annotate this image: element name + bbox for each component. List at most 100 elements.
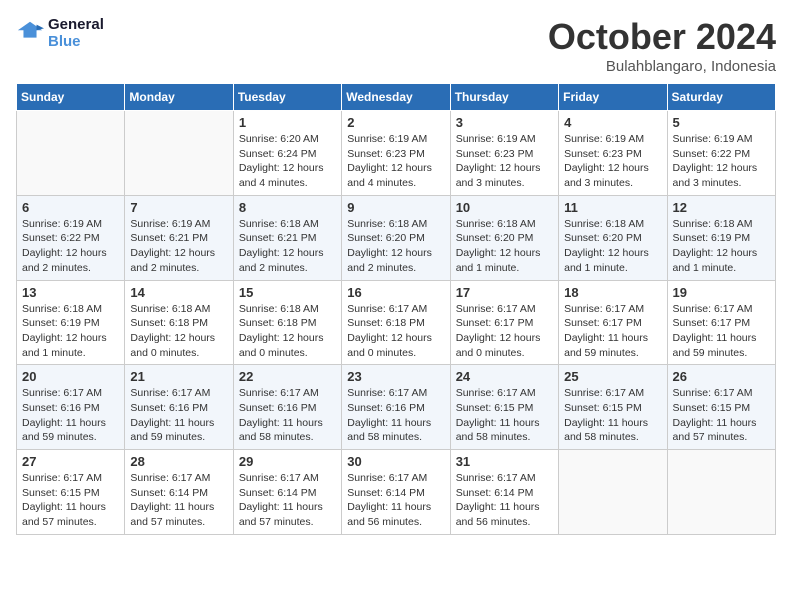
day-number: 27 <box>22 454 119 469</box>
day-number: 22 <box>239 369 336 384</box>
weekday-header-row: SundayMondayTuesdayWednesdayThursdayFrid… <box>17 84 776 111</box>
day-number: 31 <box>456 454 553 469</box>
day-info: Sunrise: 6:17 AMSunset: 6:15 PMDaylight:… <box>673 386 770 445</box>
day-number: 2 <box>347 115 444 130</box>
calendar-cell <box>667 450 775 535</box>
calendar-week-2: 6Sunrise: 6:19 AMSunset: 6:22 PMDaylight… <box>17 195 776 280</box>
day-number: 19 <box>673 285 770 300</box>
day-info: Sunrise: 6:18 AMSunset: 6:21 PMDaylight:… <box>239 217 336 276</box>
calendar-cell: 24 Sunrise: 6:17 AMSunset: 6:15 PMDayligh… <box>450 365 558 450</box>
calendar-cell: 20Sunrise: 6:17 AMSunset: 6:16 PMDayligh… <box>17 365 125 450</box>
day-info: Sunrise: 6:19 AMSunset: 6:23 PMDaylight:… <box>347 132 444 191</box>
day-info: Sunrise: 6:17 AMSunset: 6:15 PMDaylight:… <box>456 386 553 445</box>
title-block: October 2024 Bulahblangaro, Indonesia <box>548 16 776 75</box>
month-title: October 2024 <box>548 16 776 58</box>
calendar-cell: 29 Sunrise: 6:17 AMSunset: 6:14 PMDayligh… <box>233 450 341 535</box>
page-header: General Blue October 2024 Bulahblangaro,… <box>16 16 776 75</box>
day-info: Sunrise: 6:19 AMSunset: 6:23 PMDaylight:… <box>564 132 661 191</box>
calendar-cell: 17 Sunrise: 6:17 AMSunset: 6:17 PMDayligh… <box>450 280 558 365</box>
calendar-table: SundayMondayTuesdayWednesdayThursdayFrid… <box>16 83 776 535</box>
day-info: Sunrise: 6:19 AMSunset: 6:23 PMDaylight:… <box>456 132 553 191</box>
calendar-cell: 10 Sunrise: 6:18 AMSunset: 6:20 PMDayligh… <box>450 195 558 280</box>
day-number: 10 <box>456 200 553 215</box>
calendar-week-3: 13Sunrise: 6:18 AMSunset: 6:19 PMDayligh… <box>17 280 776 365</box>
calendar-cell: 25 Sunrise: 6:17 AMSunset: 6:15 PMDayligh… <box>559 365 667 450</box>
day-number: 23 <box>347 369 444 384</box>
calendar-cell <box>17 111 125 196</box>
calendar-cell: 1 Sunrise: 6:20 AMSunset: 6:24 PMDaylight… <box>233 111 341 196</box>
day-info: Sunrise: 6:18 AMSunset: 6:20 PMDaylight:… <box>564 217 661 276</box>
calendar-cell: 31 Sunrise: 6:17 AMSunset: 6:14 PMDayligh… <box>450 450 558 535</box>
day-info: Sunrise: 6:18 AMSunset: 6:18 PMDaylight:… <box>130 302 227 361</box>
day-number: 11 <box>564 200 661 215</box>
calendar-week-1: 1 Sunrise: 6:20 AMSunset: 6:24 PMDaylight… <box>17 111 776 196</box>
day-info: Sunrise: 6:18 AMSunset: 6:19 PMDaylight:… <box>673 217 770 276</box>
calendar-cell: 30 Sunrise: 6:17 AMSunset: 6:14 PMDayligh… <box>342 450 450 535</box>
day-info: Sunrise: 6:17 AMSunset: 6:17 PMDaylight:… <box>673 302 770 361</box>
weekday-header-wednesday: Wednesday <box>342 84 450 111</box>
day-info: Sunrise: 6:19 AMSunset: 6:22 PMDaylight:… <box>673 132 770 191</box>
day-info: Sunrise: 6:17 AMSunset: 6:14 PMDaylight:… <box>239 471 336 530</box>
day-number: 12 <box>673 200 770 215</box>
calendar-cell: 11 Sunrise: 6:18 AMSunset: 6:20 PMDayligh… <box>559 195 667 280</box>
calendar-cell: 9Sunrise: 6:18 AMSunset: 6:20 PMDaylight… <box>342 195 450 280</box>
day-info: Sunrise: 6:17 AMSunset: 6:15 PMDaylight:… <box>564 386 661 445</box>
day-number: 29 <box>239 454 336 469</box>
day-info: Sunrise: 6:17 AMSunset: 6:16 PMDaylight:… <box>347 386 444 445</box>
day-info: Sunrise: 6:19 AMSunset: 6:22 PMDaylight:… <box>22 217 119 276</box>
calendar-cell: 19 Sunrise: 6:17 AMSunset: 6:17 PMDayligh… <box>667 280 775 365</box>
calendar-week-5: 27 Sunrise: 6:17 AMSunset: 6:15 PMDayligh… <box>17 450 776 535</box>
weekday-header-sunday: Sunday <box>17 84 125 111</box>
day-info: Sunrise: 6:18 AMSunset: 6:20 PMDaylight:… <box>456 217 553 276</box>
calendar-cell <box>559 450 667 535</box>
day-info: Sunrise: 6:19 AMSunset: 6:21 PMDaylight:… <box>130 217 227 276</box>
day-number: 24 <box>456 369 553 384</box>
calendar-cell: 18Sunrise: 6:17 AMSunset: 6:17 PMDayligh… <box>559 280 667 365</box>
day-number: 5 <box>673 115 770 130</box>
day-number: 15 <box>239 285 336 300</box>
day-number: 17 <box>456 285 553 300</box>
calendar-cell: 27 Sunrise: 6:17 AMSunset: 6:15 PMDayligh… <box>17 450 125 535</box>
day-info: Sunrise: 6:17 AMSunset: 6:14 PMDaylight:… <box>456 471 553 530</box>
logo-bird-icon <box>16 19 44 47</box>
day-info: Sunrise: 6:17 AMSunset: 6:16 PMDaylight:… <box>130 386 227 445</box>
weekday-header-thursday: Thursday <box>450 84 558 111</box>
day-number: 30 <box>347 454 444 469</box>
day-info: Sunrise: 6:18 AMSunset: 6:20 PMDaylight:… <box>347 217 444 276</box>
calendar-cell: 22Sunrise: 6:17 AMSunset: 6:16 PMDayligh… <box>233 365 341 450</box>
calendar-cell: 21 Sunrise: 6:17 AMSunset: 6:16 PMDayligh… <box>125 365 233 450</box>
calendar-cell: 6Sunrise: 6:19 AMSunset: 6:22 PMDaylight… <box>17 195 125 280</box>
weekday-header-tuesday: Tuesday <box>233 84 341 111</box>
day-number: 14 <box>130 285 227 300</box>
day-info: Sunrise: 6:17 AMSunset: 6:17 PMDaylight:… <box>456 302 553 361</box>
calendar-cell: 28Sunrise: 6:17 AMSunset: 6:14 PMDayligh… <box>125 450 233 535</box>
calendar-cell: 13Sunrise: 6:18 AMSunset: 6:19 PMDayligh… <box>17 280 125 365</box>
day-number: 13 <box>22 285 119 300</box>
location: Bulahblangaro, Indonesia <box>548 58 776 75</box>
day-number: 28 <box>130 454 227 469</box>
calendar-cell: 3 Sunrise: 6:19 AMSunset: 6:23 PMDaylight… <box>450 111 558 196</box>
calendar-cell: 7 Sunrise: 6:19 AMSunset: 6:21 PMDaylight… <box>125 195 233 280</box>
calendar-cell: 26Sunrise: 6:17 AMSunset: 6:15 PMDayligh… <box>667 365 775 450</box>
day-number: 4 <box>564 115 661 130</box>
calendar-cell: 14 Sunrise: 6:18 AMSunset: 6:18 PMDayligh… <box>125 280 233 365</box>
day-number: 7 <box>130 200 227 215</box>
calendar-cell: 23 Sunrise: 6:17 AMSunset: 6:16 PMDayligh… <box>342 365 450 450</box>
day-number: 25 <box>564 369 661 384</box>
day-number: 8 <box>239 200 336 215</box>
day-info: Sunrise: 6:17 AMSunset: 6:15 PMDaylight:… <box>22 471 119 530</box>
day-info: Sunrise: 6:17 AMSunset: 6:18 PMDaylight:… <box>347 302 444 361</box>
day-number: 3 <box>456 115 553 130</box>
calendar-week-4: 20Sunrise: 6:17 AMSunset: 6:16 PMDayligh… <box>17 365 776 450</box>
calendar-cell: 5 Sunrise: 6:19 AMSunset: 6:22 PMDaylight… <box>667 111 775 196</box>
weekday-header-monday: Monday <box>125 84 233 111</box>
day-info: Sunrise: 6:17 AMSunset: 6:14 PMDaylight:… <box>347 471 444 530</box>
calendar-cell <box>125 111 233 196</box>
day-info: Sunrise: 6:18 AMSunset: 6:18 PMDaylight:… <box>239 302 336 361</box>
day-number: 1 <box>239 115 336 130</box>
weekday-header-friday: Friday <box>559 84 667 111</box>
calendar-cell: 8 Sunrise: 6:18 AMSunset: 6:21 PMDaylight… <box>233 195 341 280</box>
day-number: 21 <box>130 369 227 384</box>
day-info: Sunrise: 6:20 AMSunset: 6:24 PMDaylight:… <box>239 132 336 191</box>
day-number: 16 <box>347 285 444 300</box>
